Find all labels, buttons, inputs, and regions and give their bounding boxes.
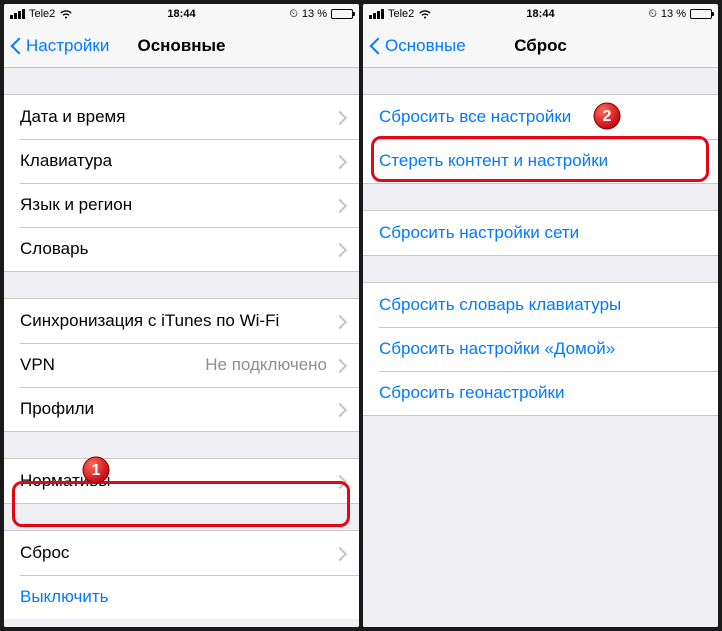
chevron-left-icon <box>369 36 381 56</box>
chevron-left-icon <box>10 36 22 56</box>
row-label: Профили <box>20 399 94 419</box>
back-button[interactable]: Основные <box>369 36 466 56</box>
reset-content[interactable]: Сбросить все настройки Стереть контент и… <box>363 68 718 627</box>
alarm-icon: ⏲ <box>648 8 657 21</box>
row-dictionary[interactable]: Словарь <box>4 227 359 271</box>
row-reset-keyboard-dict[interactable]: Сбросить словарь клавиатуры <box>363 283 718 327</box>
chevron-right-icon <box>335 547 343 560</box>
status-bar: Tele2 18:44 ⏲ 13 % <box>363 4 718 24</box>
row-profiles[interactable]: Профили <box>4 387 359 431</box>
signal-icon <box>10 9 25 19</box>
row-label: Словарь <box>20 239 88 259</box>
settings-content[interactable]: Дата и время Клавиатура Язык и регион Сл… <box>4 68 359 627</box>
row-label: Нормативы <box>20 471 111 491</box>
status-bar: Tele2 18:44 ⏲ 13 % <box>4 4 359 24</box>
row-reset-all-settings[interactable]: Сбросить все настройки <box>363 95 718 139</box>
row-label: Язык и регион <box>20 195 132 215</box>
chevron-right-icon <box>335 403 343 416</box>
signal-icon <box>369 9 384 19</box>
phone-right: Tele2 18:44 ⏲ 13 % Основные Сброс Сброси… <box>363 4 718 627</box>
row-label: Стереть контент и настройки <box>379 151 608 171</box>
back-button[interactable]: Настройки <box>10 36 109 56</box>
chevron-right-icon <box>335 315 343 328</box>
row-reset[interactable]: Сброс <box>4 531 359 575</box>
row-label: VPN <box>20 355 55 375</box>
row-language-region[interactable]: Язык и регион <box>4 183 359 227</box>
row-erase-content-settings[interactable]: Стереть контент и настройки <box>363 139 718 183</box>
carrier-label: Tele2 <box>29 8 55 20</box>
battery-icon <box>331 9 353 19</box>
nav-bar: Основные Сброс <box>363 24 718 68</box>
chevron-right-icon <box>335 475 343 488</box>
row-reset-location[interactable]: Сбросить геонастройки <box>363 371 718 415</box>
row-label: Клавиатура <box>20 151 112 171</box>
status-right: ⏲ 13 % <box>289 8 353 21</box>
row-itunes-wifi[interactable]: Синхронизация с iTunes по Wi-Fi <box>4 299 359 343</box>
carrier-label: Tele2 <box>388 8 414 20</box>
row-label: Выключить <box>20 587 108 607</box>
row-label: Сброс <box>20 543 69 563</box>
group-general: Дата и время Клавиатура Язык и регион Сл… <box>4 94 359 272</box>
row-reset-home[interactable]: Сбросить настройки «Домой» <box>363 327 718 371</box>
battery-icon <box>690 9 712 19</box>
chevron-right-icon <box>335 155 343 168</box>
row-regulatory[interactable]: Нормативы <box>4 459 359 503</box>
alarm-icon: ⏲ <box>289 8 298 21</box>
group-reset-network: Сбросить настройки сети <box>363 210 718 256</box>
row-label: Сбросить все настройки <box>379 107 571 127</box>
wifi-icon <box>418 9 432 19</box>
chevron-right-icon <box>335 199 343 212</box>
battery-pct: 13 % <box>661 8 686 20</box>
row-label: Сбросить настройки «Домой» <box>379 339 615 359</box>
row-shutdown[interactable]: Выключить <box>4 575 359 619</box>
status-right: ⏲ 13 % <box>648 8 712 21</box>
wifi-icon <box>59 9 73 19</box>
row-label: Сбросить настройки сети <box>379 223 579 243</box>
group-reset: Сброс Выключить <box>4 530 359 619</box>
battery-pct: 13 % <box>302 8 327 20</box>
group-reset-other: Сбросить словарь клавиатуры Сбросить нас… <box>363 282 718 416</box>
status-left: Tele2 <box>10 8 73 20</box>
back-label: Настройки <box>26 36 109 56</box>
chevron-right-icon <box>335 243 343 256</box>
group-sync: Синхронизация с iTunes по Wi-Fi VPN Не п… <box>4 298 359 432</box>
back-label: Основные <box>385 36 466 56</box>
chevron-right-icon <box>335 111 343 124</box>
nav-bar: Настройки Основные <box>4 24 359 68</box>
row-date-time[interactable]: Дата и время <box>4 95 359 139</box>
row-detail: Не подключено <box>205 355 327 375</box>
row-label: Синхронизация с iTunes по Wi-Fi <box>20 311 279 331</box>
row-label: Сбросить геонастройки <box>379 383 565 403</box>
group-regulatory: Нормативы <box>4 458 359 504</box>
group-reset-main: Сбросить все настройки Стереть контент и… <box>363 94 718 184</box>
row-keyboard[interactable]: Клавиатура <box>4 139 359 183</box>
row-label: Сбросить словарь клавиатуры <box>379 295 621 315</box>
row-label: Дата и время <box>20 107 125 127</box>
phone-left: Tele2 18:44 ⏲ 13 % Настройки Основные Да… <box>4 4 359 627</box>
row-vpn[interactable]: VPN Не подключено <box>4 343 359 387</box>
row-reset-network[interactable]: Сбросить настройки сети <box>363 211 718 255</box>
status-left: Tele2 <box>369 8 432 20</box>
chevron-right-icon <box>335 359 343 372</box>
